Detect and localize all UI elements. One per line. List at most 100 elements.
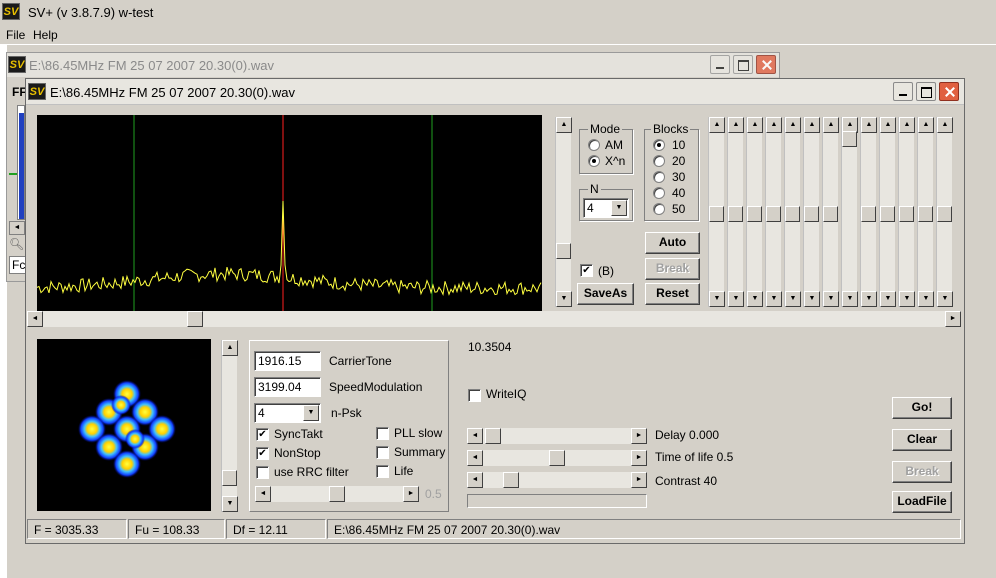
blocks-radio-40[interactable] (653, 187, 665, 199)
synctakt-label: SyncTakt (274, 427, 323, 441)
menu-help[interactable]: Help (33, 28, 58, 42)
npsk-select-value: 4 (258, 406, 265, 420)
carrier-tone-label: CarrierTone (329, 354, 392, 368)
delay-slider[interactable]: ◄ ► (467, 428, 647, 444)
life-checkbox[interactable] (376, 465, 389, 478)
mode-label-am: AM (605, 138, 623, 152)
equalizer-slider[interactable]: ▲ ▼ (917, 117, 934, 307)
close-button[interactable] (939, 82, 959, 101)
synctakt-checkbox[interactable]: ✔ (256, 428, 269, 441)
progress-bar (467, 494, 647, 508)
equalizer-slider[interactable]: ▲ ▼ (784, 117, 801, 307)
main-window-title: E:\86.45MHz FM 25 07 2007 20.30(0).wav (50, 85, 295, 100)
npsk-select[interactable]: 4 ▼ (254, 403, 321, 423)
pll-slow-label: PLL slow (394, 426, 443, 440)
equalizer-slider[interactable]: ▲ ▼ (879, 117, 896, 307)
spectrum-hscrollbar[interactable]: ◄ ► (27, 311, 961, 327)
constellation-point (113, 450, 141, 478)
equalizer-slider[interactable]: ▲ ▼ (936, 117, 953, 307)
back-window-title: E:\86.45MHz FM 25 07 2007 20.30(0).wav (29, 58, 274, 73)
status-df: Df = 12.11 (226, 519, 326, 539)
mode-label-xn: X^n (605, 154, 626, 168)
time-of-life-slider[interactable]: ◄ ► (467, 450, 647, 466)
contrast-slider[interactable]: ◄ ► (467, 472, 647, 488)
blocks-label-40: 40 (672, 186, 686, 200)
auto-button[interactable]: Auto (645, 232, 700, 254)
constellation-vscrollbar[interactable]: ▲ ▼ (221, 340, 238, 512)
break-bottom-button[interactable]: Break (892, 461, 952, 483)
zoom-icon[interactable]: 🔍︎ (9, 237, 25, 253)
blocks-label-10: 10 (672, 138, 686, 152)
blocks-label-20: 20 (672, 154, 686, 168)
minimize-button[interactable] (893, 82, 913, 101)
blocks-label-30: 30 (672, 170, 686, 184)
equalizer-slider[interactable]: ▲ ▼ (727, 117, 744, 307)
go-button[interactable]: Go! (892, 397, 952, 419)
back-window-logo: SV (8, 56, 26, 73)
delay-label: Delay 0.000 (655, 428, 720, 442)
app-title: SV+ (v 3.8.7.9) w-test (28, 5, 154, 20)
n-select-value: 4 (587, 201, 594, 215)
param-slider-value: 0.5 (425, 487, 442, 501)
b-checkbox[interactable]: ✔ (580, 264, 593, 277)
spectrum-vscrollbar[interactable]: ▲ ▼ (555, 117, 572, 307)
carrier-tone-input[interactable]: 1916.15 (254, 351, 321, 371)
spectrum-trace (36, 200, 542, 297)
spectrum-display[interactable] (36, 115, 542, 311)
reset-button[interactable]: Reset (645, 283, 700, 305)
b-checkbox-label: (B) (598, 264, 614, 278)
speed-modulation-input[interactable]: 3199.04 (254, 377, 321, 397)
status-fu: Fu = 108.33 (128, 519, 225, 539)
rrc-filter-checkbox[interactable] (256, 466, 269, 479)
blocks-radio-30[interactable] (653, 171, 665, 183)
summary-checkbox[interactable] (376, 446, 389, 459)
blocks-radio-20[interactable] (653, 155, 665, 167)
blocks-radio-10[interactable] (653, 139, 665, 151)
spectrum-svg (36, 115, 542, 311)
n-select[interactable]: 4 ▼ (583, 198, 629, 218)
equalizer-slider[interactable]: ▲ ▼ (898, 117, 915, 307)
back-minimize-button[interactable] (710, 55, 730, 74)
blocks-radio-50[interactable] (653, 203, 665, 215)
constellation-point (125, 429, 145, 449)
equalizer-slider[interactable]: ▲ ▼ (803, 117, 820, 307)
status-filename: E:\86.45MHz FM 25 07 2007 20.30(0).wav (327, 519, 961, 539)
constellation-svg (78, 380, 176, 478)
mode-radio-xn[interactable] (588, 155, 600, 167)
equalizer-slider[interactable]: ▲ ▼ (746, 117, 763, 307)
readout-value: 10.3504 (468, 340, 512, 354)
summary-label: Summary (394, 445, 446, 459)
blocks-label-50: 50 (672, 202, 686, 216)
maximize-button[interactable] (916, 82, 936, 101)
main-window-logo: SV (28, 83, 46, 100)
constellation-display (37, 339, 211, 511)
mode-title: Mode (588, 122, 623, 136)
back-maximize-button[interactable] (733, 55, 753, 74)
time-of-life-label: Time of life 0.5 (655, 450, 734, 464)
param-slider[interactable]: ◄ ► (255, 486, 419, 502)
back-close-button[interactable] (756, 55, 776, 74)
rrc-filter-label: use RRC filter (274, 465, 349, 479)
app-logo: SV (2, 3, 20, 20)
equalizer-slider[interactable]: ▲ ▼ (822, 117, 839, 307)
equalizer-slider[interactable]: ▲ ▼ (708, 117, 725, 307)
equalizer-slider[interactable]: ▲ ▼ (860, 117, 877, 307)
life-label: Life (394, 464, 414, 478)
clear-button[interactable]: Clear (892, 429, 952, 451)
n-title: N (588, 182, 601, 196)
speed-modulation-label: SpeedModulation (329, 380, 423, 394)
equalizer-slider[interactable]: ▲ ▼ (765, 117, 782, 307)
writeiq-checkbox[interactable] (468, 389, 481, 402)
pll-slow-checkbox[interactable] (376, 427, 389, 440)
equalizer-slider[interactable]: ▲ ▼ (841, 117, 858, 307)
nonstop-checkbox[interactable]: ✔ (256, 447, 269, 460)
npsk-label: n-Psk (331, 406, 362, 420)
menu-file[interactable]: File (6, 28, 25, 42)
nonstop-label: NonStop (274, 446, 321, 460)
status-frequency: F = 3035.33 (27, 519, 127, 539)
mode-radio-am[interactable] (588, 139, 600, 151)
blocks-title: Blocks (651, 122, 691, 136)
break-top-button[interactable]: Break (645, 258, 700, 280)
saveas-button[interactable]: SaveAs (577, 283, 634, 305)
loadfile-button[interactable]: LoadFile (892, 491, 952, 513)
